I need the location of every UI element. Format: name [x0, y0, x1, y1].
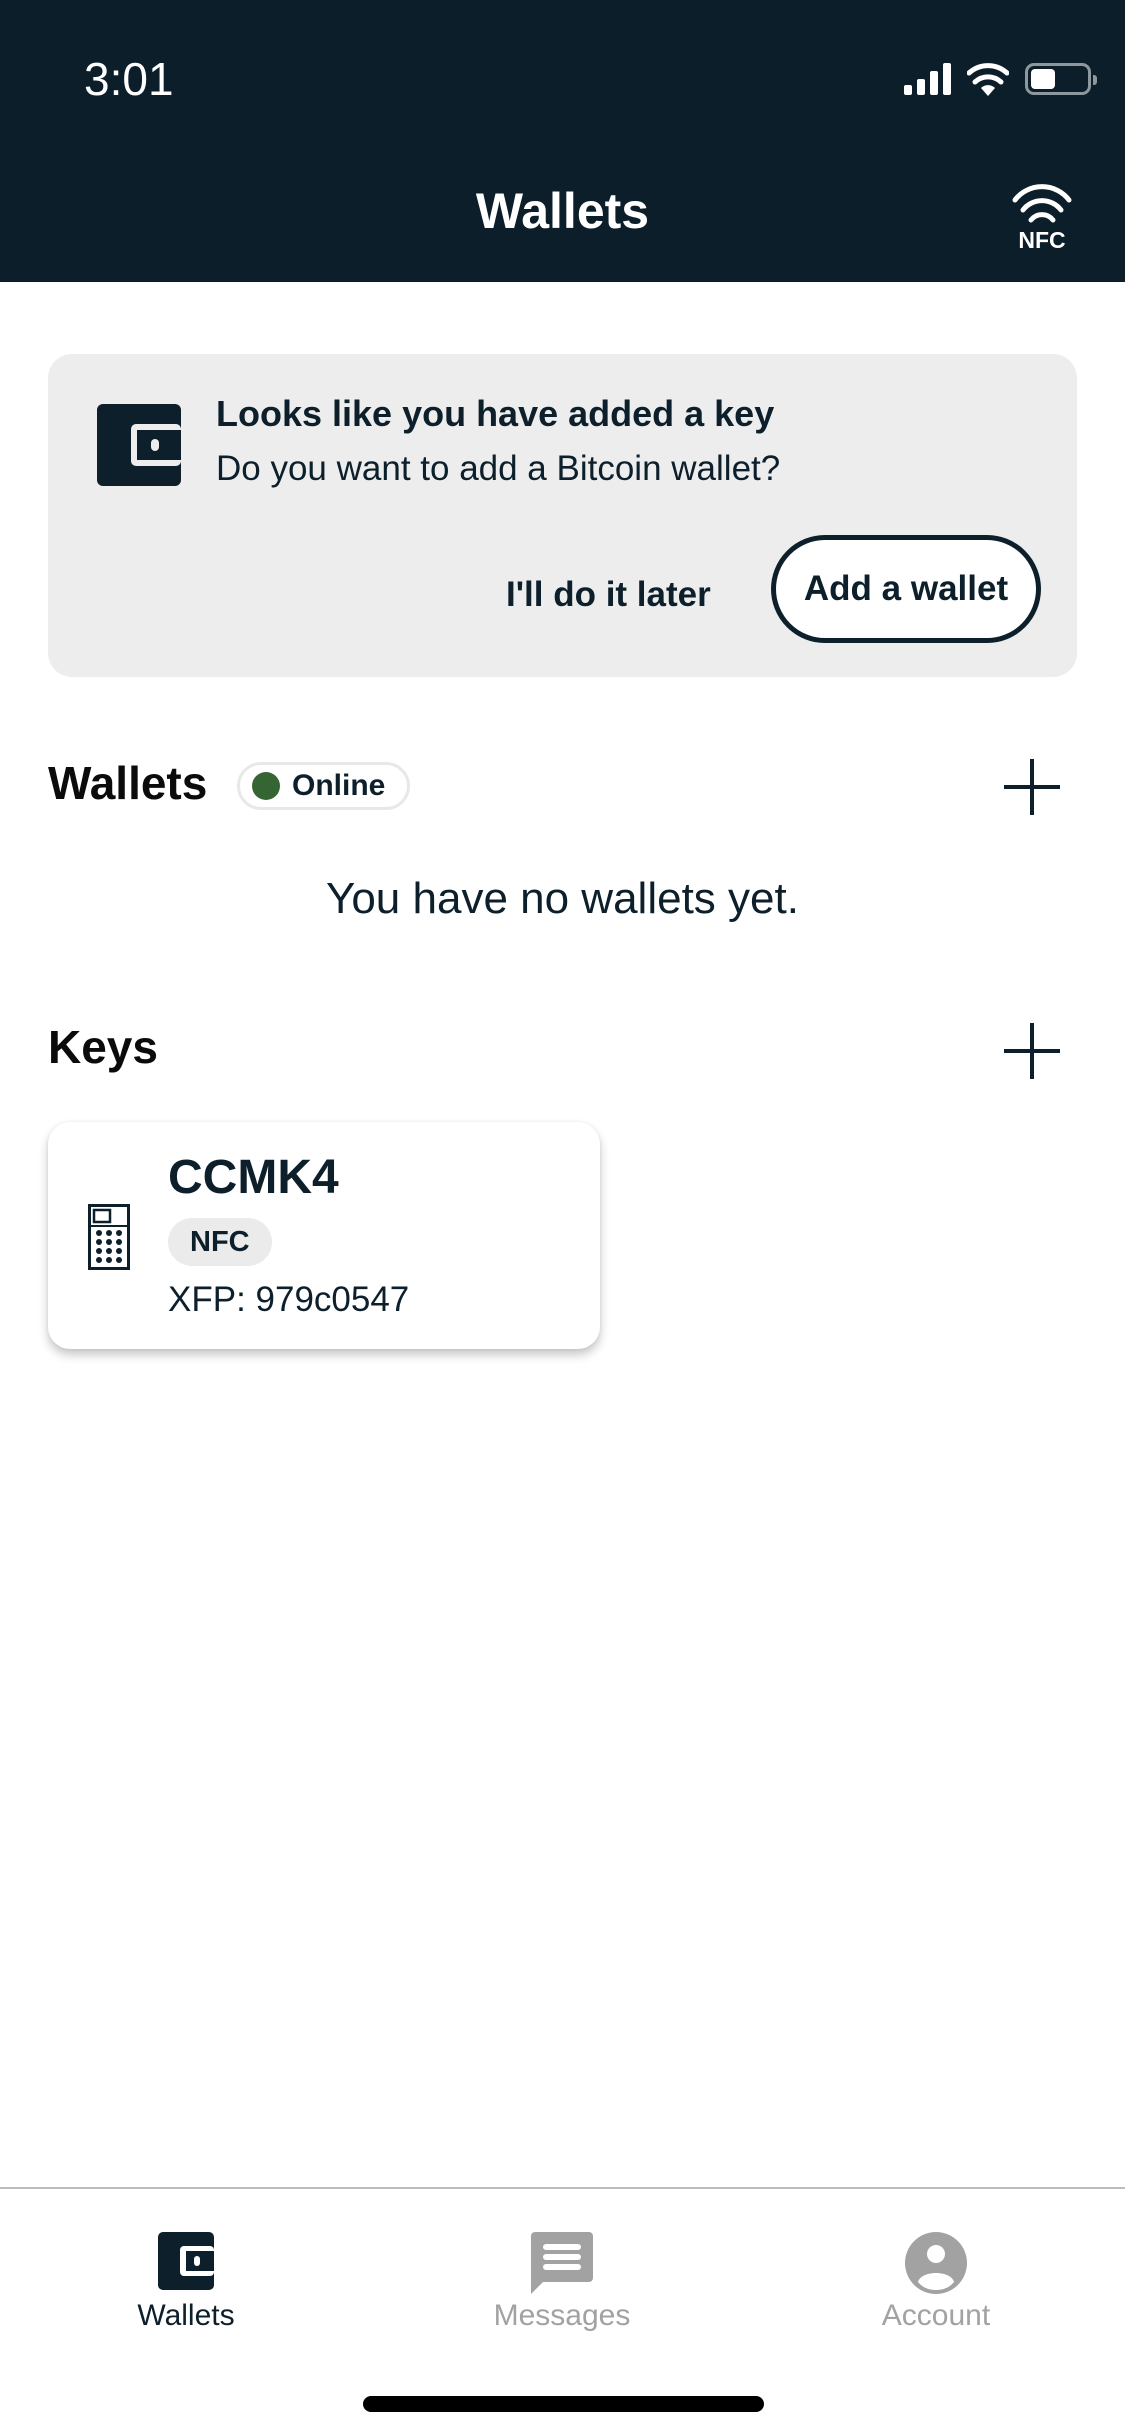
connection-status-badge: Online	[237, 762, 411, 810]
tab-label: Wallets	[137, 2299, 235, 2332]
wallet-icon	[97, 404, 181, 486]
add-wallet-prompt-card: Looks like you have added a key Do you w…	[48, 354, 1077, 677]
keys-section-title: Keys	[48, 1021, 158, 1073]
page-title: Wallets	[475, 183, 650, 239]
add-wallet-plus-button[interactable]	[1004, 759, 1060, 815]
do-it-later-button[interactable]: I'll do it later	[506, 568, 711, 622]
battery-level	[1031, 69, 1056, 89]
key-card[interactable]: CCMK4 NFC XFP: 979c0547	[48, 1122, 600, 1349]
wallets-section-title: Wallets	[48, 757, 208, 809]
key-fingerprint: XFP: 979c0547	[168, 1280, 410, 1319]
tab-account[interactable]: Account	[806, 2189, 1066, 2339]
key-name: CCMK4	[168, 1151, 339, 1204]
wallet-icon	[158, 2232, 214, 2290]
nfc-icon	[1012, 184, 1072, 223]
nfc-button[interactable]: NFC	[1011, 182, 1073, 252]
app-header: 3:01 Wallets NFC	[0, 0, 1125, 282]
tab-wallets[interactable]: Wallets	[56, 2189, 316, 2339]
tab-label: Account	[881, 2299, 991, 2332]
prompt-title: Looks like you have added a key	[216, 393, 775, 434]
tab-label: Messages	[493, 2299, 631, 2332]
wifi-icon	[967, 63, 1009, 96]
prompt-subtitle: Do you want to add a Bitcoin wallet?	[216, 449, 781, 488]
add-wallet-button[interactable]: Add a wallet	[771, 535, 1041, 643]
online-status-dot	[252, 772, 280, 800]
no-wallets-message: You have no wallets yet.	[326, 874, 799, 923]
cellular-signal-icon	[904, 63, 951, 95]
hardware-device-icon	[88, 1204, 130, 1270]
tab-messages[interactable]: Messages	[432, 2189, 692, 2339]
battery-icon	[1025, 63, 1097, 95]
status-text: Online	[292, 769, 386, 802]
status-icons	[904, 62, 1097, 96]
nfc-label: NFC	[1018, 227, 1066, 253]
add-key-plus-button[interactable]	[1004, 1023, 1060, 1079]
message-icon	[531, 2232, 593, 2294]
home-indicator[interactable]	[363, 2396, 764, 2412]
key-type-tag: NFC	[168, 1218, 272, 1266]
account-icon	[905, 2232, 967, 2294]
status-time: 3:01	[84, 53, 174, 105]
